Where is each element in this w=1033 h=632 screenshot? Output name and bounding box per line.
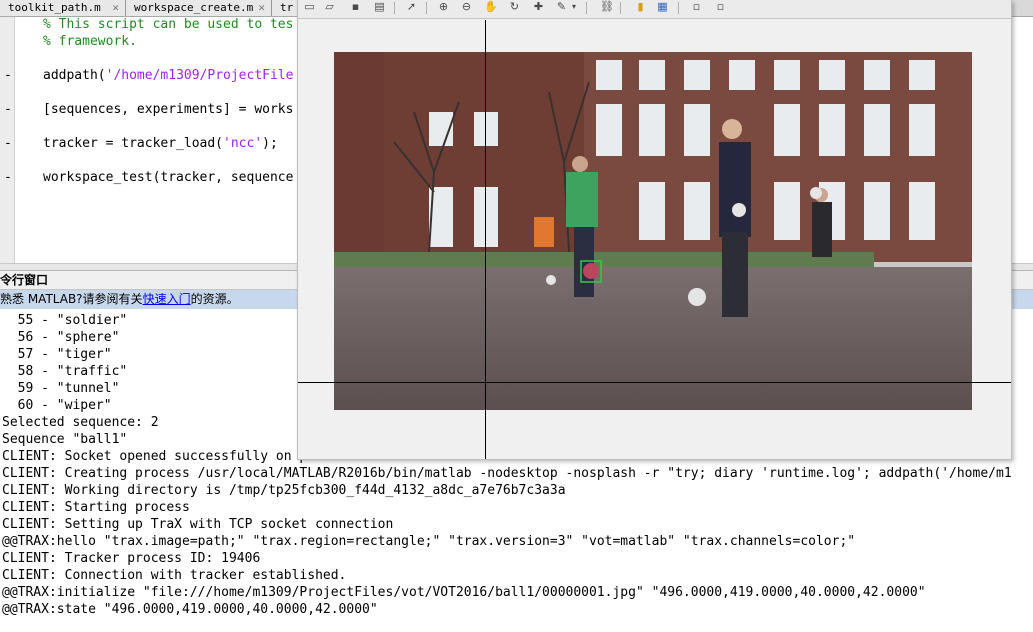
hide-plot-tools-icon[interactable]: ▫ bbox=[690, 1, 703, 13]
toolbar-separator bbox=[586, 2, 587, 14]
data-cursor-icon[interactable]: ✚ bbox=[532, 1, 545, 13]
tab-label: toolkit_path.m bbox=[8, 1, 101, 14]
pan-icon[interactable]: ✋ bbox=[484, 1, 498, 13]
figure-toolbar: ▭ ▱ ▪ ▤ ➚ ⊕ ⊖ ✋ ↻ ✚ ✎ ▾ ⛓ ▮ ▦ ▫ ▫ bbox=[298, 0, 1011, 19]
rotate-icon[interactable]: ↻ bbox=[508, 1, 521, 13]
console-line: 58 - "traffic" bbox=[2, 364, 128, 379]
console-line: CLIENT: Tracker process ID: 19406 bbox=[2, 551, 261, 566]
breakpoint-marker[interactable]: - bbox=[4, 170, 12, 185]
code-string: 'ncc' bbox=[223, 136, 263, 151]
console-line: 56 - "sphere" bbox=[2, 330, 120, 345]
code-text: addpath( bbox=[43, 68, 106, 83]
console-line: Sequence "ball1" bbox=[2, 432, 128, 447]
colorbar-icon[interactable]: ▮ bbox=[634, 1, 647, 13]
breakpoint-marker[interactable]: - bbox=[4, 136, 12, 151]
console-line: @@TRAX:initialize "file:///home/m1309/Pr… bbox=[2, 585, 926, 600]
code-line-3: addpath('/home/m1309/ProjectFile bbox=[43, 68, 293, 83]
toolbar-separator bbox=[678, 2, 679, 14]
print-icon[interactable]: ▤ bbox=[373, 1, 386, 13]
quick-start-link[interactable]: 快速入门 bbox=[143, 292, 191, 306]
pointer-icon[interactable]: ➚ bbox=[405, 1, 418, 13]
tab-label: tr bbox=[280, 1, 294, 14]
link-icon[interactable]: ⛓ bbox=[600, 1, 614, 13]
save-icon[interactable]: ▪ bbox=[349, 1, 362, 13]
console-line: CLIENT: Connection with tracker establis… bbox=[2, 568, 347, 583]
tab-workspace-create[interactable]: workspace_create.m ✕ bbox=[126, 0, 272, 16]
crosshair-horizontal bbox=[298, 382, 1011, 383]
legend-icon[interactable]: ▦ bbox=[656, 1, 669, 13]
notice-text: 的资源。 bbox=[190, 292, 239, 306]
code-text: ); bbox=[262, 136, 278, 151]
console-line: CLIENT: Creating process /usr/local/MATL… bbox=[2, 466, 1012, 481]
tracked-ball bbox=[583, 263, 599, 279]
console-line: @@TRAX:hello "trax.image=path;" "trax.re… bbox=[2, 534, 856, 549]
brush-icon[interactable]: ✎ bbox=[555, 1, 568, 13]
ball bbox=[546, 275, 556, 285]
hedge bbox=[334, 252, 874, 268]
code-line-2: % framework. bbox=[43, 34, 137, 49]
code-line-6: workspace_test(tracker, sequence bbox=[43, 170, 294, 185]
console-line: Selected sequence: 2 bbox=[2, 415, 159, 430]
console-line: 59 - "tunnel" bbox=[2, 381, 120, 396]
console-line: 55 - "soldier" bbox=[2, 313, 128, 328]
console-line: 60 - "wiper" bbox=[2, 398, 112, 413]
console-line: CLIENT: Setting up TraX with TCP socket … bbox=[2, 517, 394, 532]
show-plot-tools-icon[interactable]: ▫ bbox=[714, 1, 727, 13]
code-line-1: % This script can be used to tes bbox=[43, 17, 294, 32]
video-frame-image bbox=[334, 52, 972, 410]
code-string: '/home/m1309/ProjectFile bbox=[105, 68, 294, 83]
crosshair-vertical bbox=[485, 20, 486, 459]
toolbar-separator bbox=[620, 2, 621, 14]
breakpoint-marker[interactable]: - bbox=[4, 102, 12, 117]
tab-label: workspace_create.m bbox=[134, 1, 254, 14]
figure-window[interactable]: ▭ ▱ ▪ ▤ ➚ ⊕ ⊖ ✋ ↻ ✚ ✎ ▾ ⛓ ▮ ▦ ▫ ▫ bbox=[297, 0, 1012, 460]
command-window-title: 令行窗口 bbox=[0, 273, 49, 287]
paved-ground bbox=[334, 267, 972, 410]
zoom-out-icon[interactable]: ⊖ bbox=[460, 1, 473, 13]
console-line: 57 - "tiger" bbox=[2, 347, 112, 362]
close-icon[interactable]: ✕ bbox=[258, 0, 265, 15]
code-line-5: tracker = tracker_load('ncc'); bbox=[43, 136, 278, 151]
breakpoint-marker[interactable]: - bbox=[4, 68, 12, 83]
console-line: CLIENT: Working directory is /tmp/tp25fc… bbox=[2, 483, 566, 498]
new-icon[interactable]: ▭ bbox=[303, 1, 316, 13]
tab-toolkit-path[interactable]: toolkit_path.m ✕ bbox=[0, 0, 126, 16]
zoom-in-icon[interactable]: ⊕ bbox=[437, 1, 450, 13]
ball bbox=[732, 203, 746, 217]
toolbar-separator bbox=[426, 2, 427, 14]
chevron-down-icon[interactable]: ▾ bbox=[570, 1, 578, 13]
console-line: CLIENT: Starting process bbox=[2, 500, 190, 515]
ball bbox=[688, 288, 706, 306]
toolbar-separator bbox=[394, 2, 395, 14]
ball bbox=[810, 187, 822, 199]
code-line-4: [sequences, experiments] = works bbox=[43, 102, 294, 117]
notice-text: 熟悉 MATLAB?请参阅有关 bbox=[0, 292, 143, 306]
console-line: @@TRAX:state "496.0000,419.0000,40.0000,… bbox=[2, 602, 378, 617]
open-icon[interactable]: ▱ bbox=[323, 1, 336, 13]
close-icon[interactable]: ✕ bbox=[112, 0, 119, 15]
code-text: tracker = tracker_load( bbox=[43, 136, 224, 151]
